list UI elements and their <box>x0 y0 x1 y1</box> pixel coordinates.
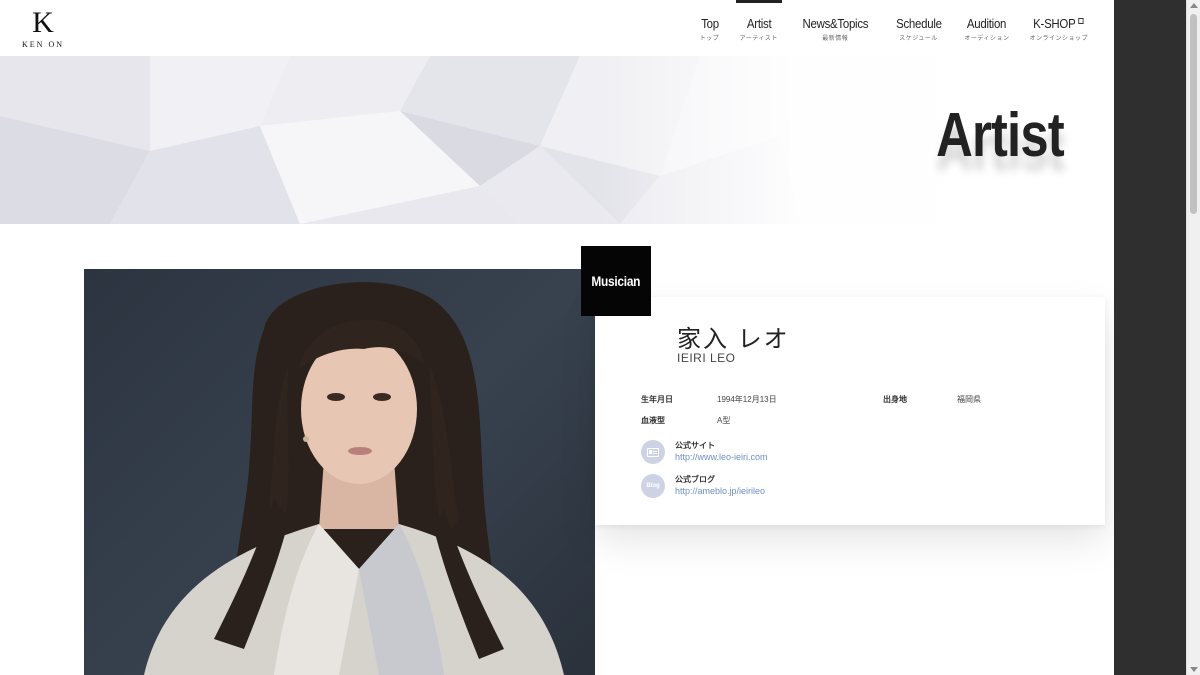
logo-text: KEN ON <box>22 40 64 49</box>
nav-item-schedule[interactable]: Schedule スケジュール <box>883 0 955 56</box>
portrait-illustration <box>144 282 564 675</box>
nav-sublabel: スケジュール <box>899 36 938 42</box>
official-site-url[interactable]: http://www.leo-ieiri.com <box>675 452 768 462</box>
official-site-title: 公式サイト <box>675 441 715 450</box>
blog-icon[interactable]: Blog <box>641 474 665 498</box>
scroll-down-icon[interactable] <box>1190 667 1198 672</box>
official-blog-title: 公式ブログ <box>675 475 715 484</box>
birthday-value: 1994年12月13日 <box>717 395 777 404</box>
site-logo[interactable]: K KEN ON <box>18 8 68 52</box>
artist-name-japanese: 家入 レオ <box>677 326 790 353</box>
hometown-label: 出身地 <box>883 395 907 404</box>
artist-profile-card: 家入 レオ IEIRI LEO 生年月日 1994年12月13日 出身地 福岡県… <box>595 297 1105 525</box>
page-scrollbar[interactable] <box>1186 0 1200 675</box>
artist-portrait <box>84 269 595 675</box>
site-header: K KEN ON Top トップ Artist アーティスト News&Topi… <box>0 0 1114 56</box>
blood-type-value: A型 <box>717 416 731 425</box>
nav-item-top[interactable]: Top トップ <box>690 0 730 56</box>
nav-label: Artist <box>746 16 771 31</box>
nav-label: News&Topics <box>802 16 869 31</box>
hero-banner: Artist <box>0 56 1114 224</box>
nav-label-text: K-SHOP <box>1033 16 1077 31</box>
nav-label: K-SHOP <box>1033 16 1084 31</box>
artist-name-english: IEIRI LEO <box>677 351 736 365</box>
external-link-icon <box>1078 18 1084 24</box>
category-label: Musician <box>591 273 641 289</box>
birthday-label: 生年月日 <box>641 395 673 404</box>
page: K KEN ON Top トップ Artist アーティスト News&Topi… <box>0 0 1114 675</box>
website-icon[interactable] <box>641 440 665 464</box>
blood-type-label: 血液型 <box>641 416 665 425</box>
nav-item-artist[interactable]: Artist アーティスト <box>730 0 788 56</box>
nav-sublabel: オンラインショップ <box>1029 36 1088 42</box>
official-blog-url[interactable]: http://ameblo.jp/ieirileo <box>675 486 765 496</box>
scroll-thumb[interactable] <box>1190 14 1197 214</box>
side-panel <box>1114 0 1186 675</box>
nav-sublabel: アーティスト <box>739 36 778 42</box>
logo-mark: K <box>32 6 54 39</box>
nav-item-news[interactable]: News&Topics 最新情報 <box>788 0 883 56</box>
category-tag: Musician <box>581 246 651 316</box>
nav-item-kshop[interactable]: K-SHOP オンラインショップ <box>1019 0 1098 56</box>
nav-sublabel: トップ <box>699 36 720 42</box>
nav-sublabel: 最新情報 <box>822 36 849 42</box>
main-nav: Top トップ Artist アーティスト News&Topics 最新情報 S… <box>690 0 1099 56</box>
nav-label: Audition <box>967 16 1007 31</box>
nav-item-audition[interactable]: Audition オーディション <box>954 0 1019 56</box>
hometown-value: 福岡県 <box>957 395 981 404</box>
nav-label: Schedule <box>895 16 942 31</box>
nav-sublabel: オーディション <box>964 36 1010 42</box>
page-title: Artist <box>936 101 1065 170</box>
nav-label: Top <box>700 16 719 31</box>
scroll-up-icon[interactable] <box>1190 3 1198 8</box>
